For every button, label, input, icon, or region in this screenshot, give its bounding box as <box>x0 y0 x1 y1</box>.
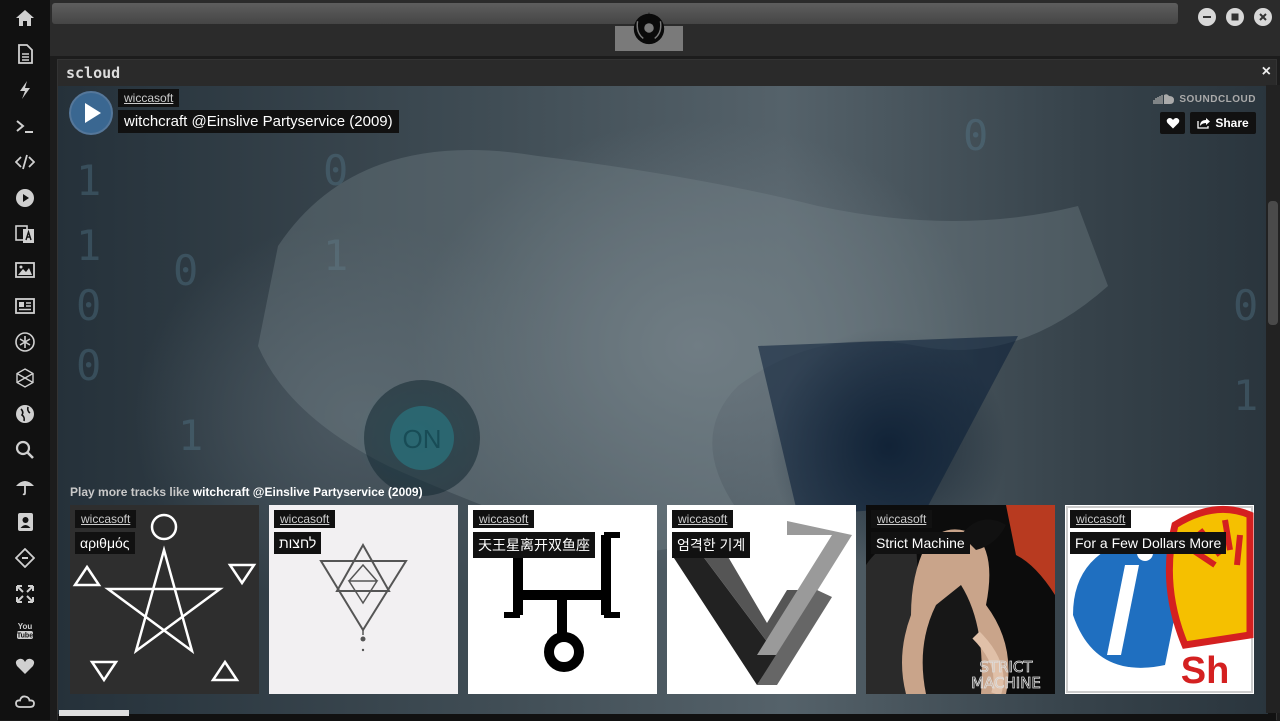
soundcloud-logo-icon <box>1153 94 1175 104</box>
soundcloud-brand[interactable]: SOUNDCLOUD <box>1153 93 1256 105</box>
terminal-icon[interactable] <box>13 114 37 138</box>
expand-icon[interactable] <box>13 582 37 606</box>
scrollbar-thumb[interactable] <box>1268 201 1278 325</box>
svg-text:Sh: Sh <box>1181 650 1230 692</box>
git-icon[interactable] <box>13 546 37 570</box>
close-window-button[interactable] <box>1254 8 1272 26</box>
share-button[interactable]: Share <box>1190 112 1256 134</box>
panel-title: scloud <box>66 64 121 82</box>
like-button[interactable] <box>1160 112 1185 134</box>
snowflake-icon[interactable] <box>13 330 37 354</box>
card-user-link[interactable]: wiccasoft <box>1070 510 1132 528</box>
translate-icon[interactable] <box>13 222 37 246</box>
maximize-button[interactable] <box>1226 8 1244 26</box>
document-icon[interactable] <box>13 42 37 66</box>
svg-text:Tube: Tube <box>17 633 33 640</box>
globe-icon[interactable] <box>13 402 37 426</box>
svg-text:MACHINE: MACHINE <box>971 674 1041 692</box>
track-card[interactable]: wiccasoft 엄격한 기계 <box>667 505 856 694</box>
hexagon-icon[interactable] <box>13 366 37 390</box>
play-button[interactable] <box>69 91 113 135</box>
card-title[interactable]: 엄격한 기계 <box>672 532 751 558</box>
bottom-tab[interactable] <box>59 710 129 716</box>
image-icon[interactable] <box>13 258 37 282</box>
track-card[interactable]: wiccasoft לחצות <box>269 505 458 694</box>
panel-close-button[interactable]: × <box>1262 63 1271 81</box>
scrollbar[interactable] <box>1266 85 1280 713</box>
card-title[interactable]: Strict Machine <box>871 532 970 554</box>
top-bar <box>50 0 1280 56</box>
address-bar[interactable] <box>52 3 1178 24</box>
sidebar: You Tube <box>0 0 50 720</box>
track-title[interactable]: witchcraft @Einslive Partyservice (2009) <box>118 110 399 133</box>
play-circle-icon[interactable] <box>13 186 37 210</box>
svg-text:You: You <box>18 622 33 631</box>
rebel-logo-icon <box>633 11 665 45</box>
track-card[interactable]: STRICT MACHINE wiccasoft Strict Machine <box>866 505 1055 694</box>
card-title[interactable]: 天王星离开双鱼座 <box>473 532 595 558</box>
heart-icon[interactable] <box>13 654 37 678</box>
card-title[interactable]: לחצות <box>274 532 322 554</box>
newspaper-icon[interactable] <box>13 294 37 318</box>
card-user-link[interactable]: wiccasoft <box>871 510 933 528</box>
card-user-link[interactable]: wiccasoft <box>473 510 535 528</box>
umbrella-icon[interactable] <box>13 474 37 498</box>
panel-header: scloud × <box>58 60 1276 86</box>
soundcloud-player: 1 1 0 0 0 1 0 1 0 0 1 ON wiccasoft witch… <box>58 86 1268 714</box>
youtube-icon[interactable]: You Tube <box>13 618 37 642</box>
minimize-button[interactable] <box>1198 8 1216 26</box>
track-user-link[interactable]: wiccasoft <box>118 89 180 107</box>
more-track-name[interactable]: witchcraft @Einslive Partyservice (2009) <box>193 485 423 499</box>
bolt-icon[interactable] <box>13 78 37 102</box>
track-card[interactable]: wiccasoft αριθμός <box>70 505 259 694</box>
heart-icon <box>1166 117 1179 129</box>
scloud-panel: scloud × 1 1 0 0 0 1 0 1 0 0 1 ON <box>57 59 1277 721</box>
share-icon <box>1197 118 1211 129</box>
home-icon[interactable] <box>13 6 37 30</box>
card-user-link[interactable]: wiccasoft <box>75 510 137 528</box>
soundcloud-brand-label: SOUNDCLOUD <box>1179 93 1256 105</box>
track-card[interactable]: Sh wiccasoft For a Few Dollars More <box>1065 505 1254 694</box>
svg-text:ON: ON <box>403 424 442 454</box>
code-icon[interactable] <box>13 150 37 174</box>
contacts-icon[interactable] <box>13 510 37 534</box>
share-label: Share <box>1215 116 1249 130</box>
more-tracks-label: Play more tracks like witchcraft @Einsli… <box>70 485 423 499</box>
search-icon[interactable] <box>13 438 37 462</box>
card-user-link[interactable]: wiccasoft <box>274 510 336 528</box>
track-card[interactable]: wiccasoft 天王星离开双鱼座 <box>468 505 657 694</box>
cloud-icon[interactable] <box>13 690 37 714</box>
card-user-link[interactable]: wiccasoft <box>672 510 734 528</box>
more-prefix: Play more tracks like <box>70 485 190 499</box>
play-icon <box>85 103 101 123</box>
card-title[interactable]: αριθμός <box>75 532 135 554</box>
card-title[interactable]: For a Few Dollars More <box>1070 532 1227 554</box>
